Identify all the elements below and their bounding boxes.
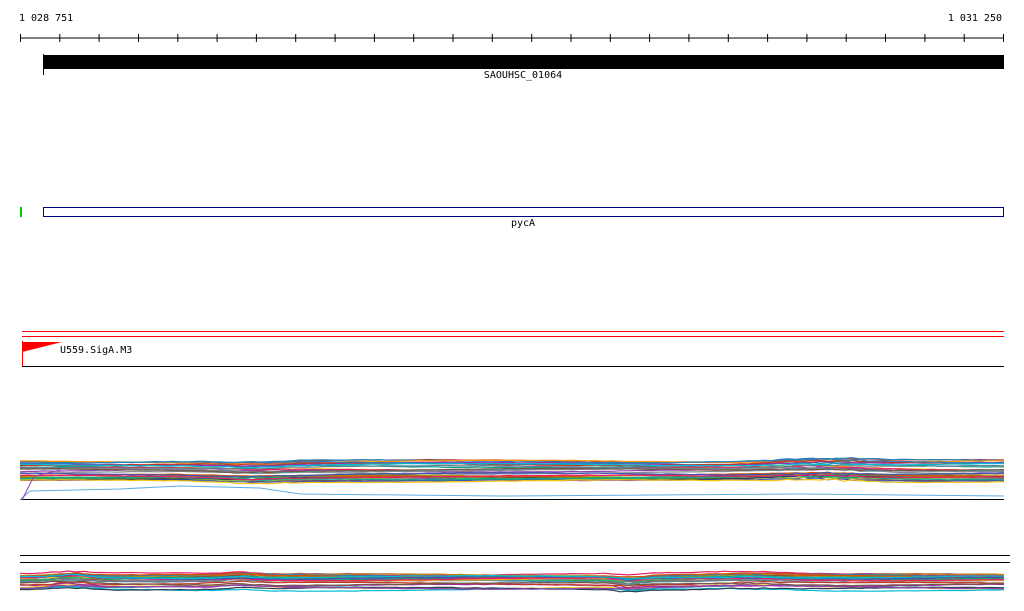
gene-label-saouhsc-01064: SAOUHSC_01064 — [483, 70, 563, 81]
motif-track[interactable] — [22, 331, 1004, 367]
gene-track-pyca[interactable] — [20, 207, 1004, 217]
gene-marker-pyca — [20, 207, 22, 217]
motif-flag-icon — [22, 342, 62, 352]
coordinate-ruler — [20, 34, 1004, 42]
gene-label-pyca: pycA — [510, 218, 536, 229]
genome-browser-canvas[interactable] — [0, 0, 1024, 611]
motif-label: U559.SigA.M3 — [60, 345, 133, 356]
expression-profile-track-2[interactable] — [19, 555, 1010, 593]
gene-feature-saouhsc-01064[interactable] — [43, 55, 1004, 69]
gene-feature-pyca[interactable] — [43, 207, 1004, 217]
expression-profile-track-1[interactable] — [19, 457, 1005, 501]
profile-series-line — [19, 485, 1005, 501]
